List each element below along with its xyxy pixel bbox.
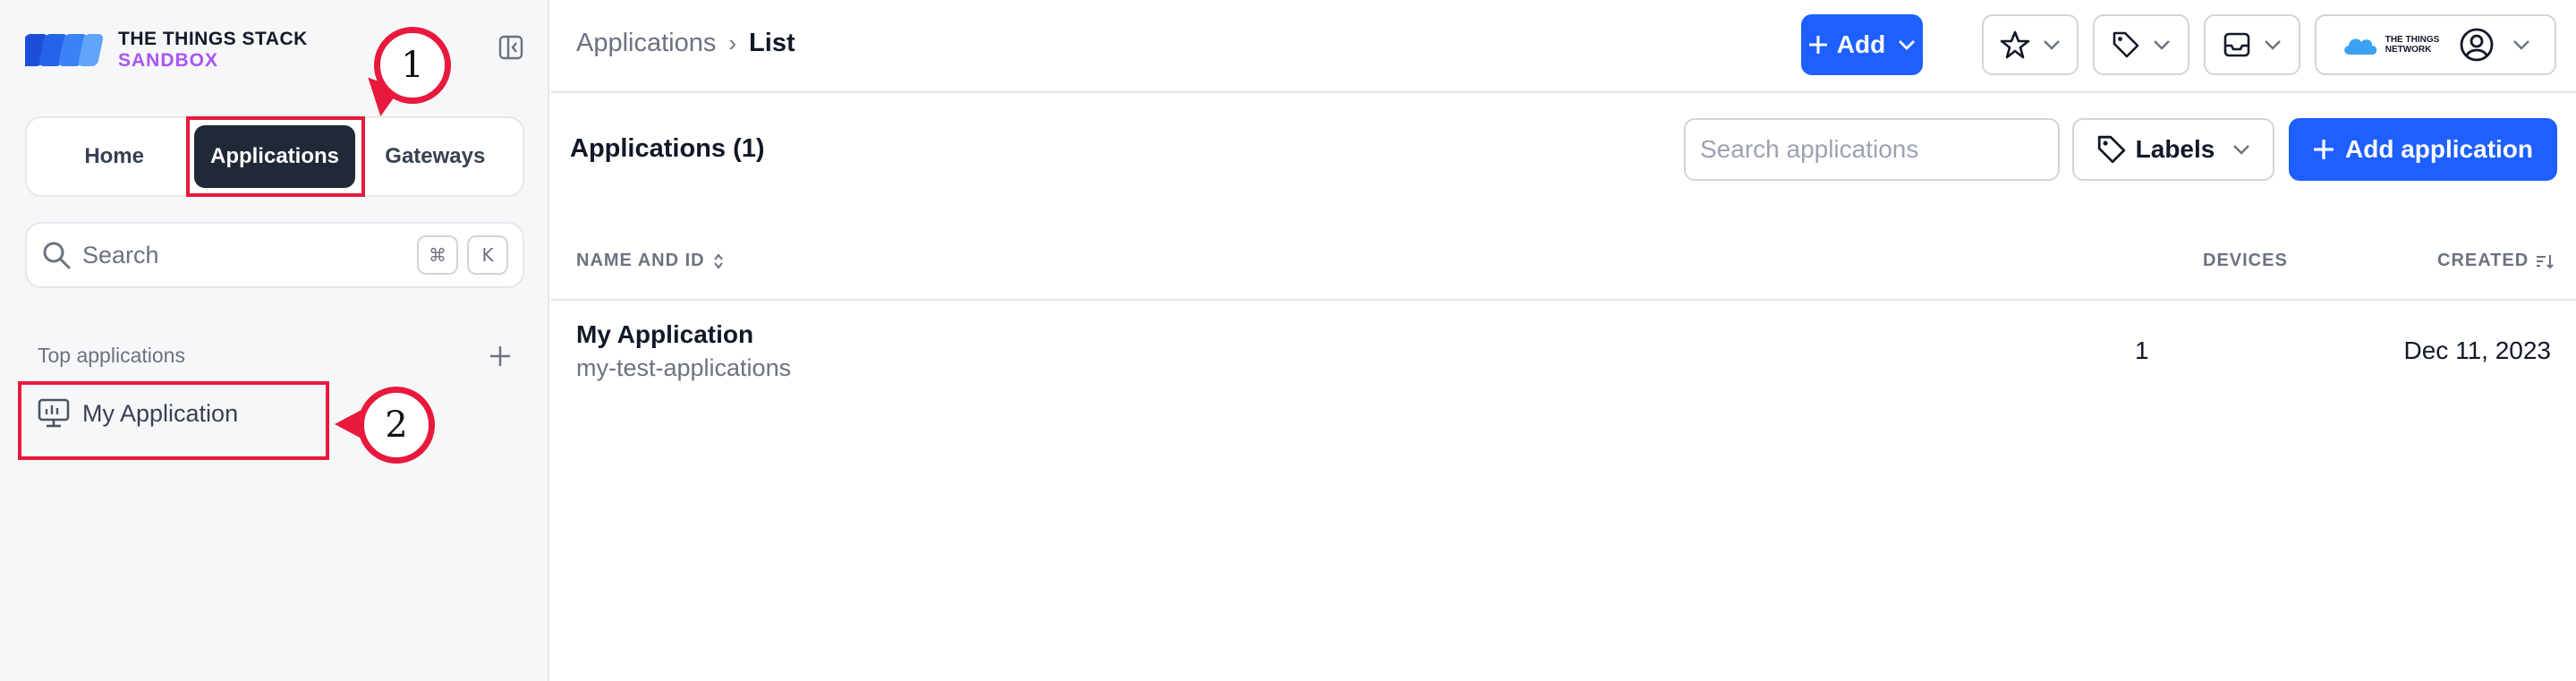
chevron-down-icon	[2154, 40, 2170, 50]
chevron-down-icon	[2233, 145, 2250, 155]
annotation-box-2	[18, 381, 329, 460]
tts-logo-icon	[25, 34, 104, 66]
column-header-name[interactable]: NAME AND ID	[576, 251, 725, 271]
bookmarks-button[interactable]	[1982, 14, 2079, 75]
labels-filter-button[interactable]: Labels	[2072, 118, 2274, 181]
search-icon	[43, 242, 71, 269]
labels-menu-button[interactable]	[2093, 14, 2189, 75]
annotation-box-1	[186, 116, 365, 197]
add-application-button[interactable]: Add application	[2289, 118, 2557, 181]
annotation-marker-2: 2	[358, 387, 435, 464]
topbar: Applications › List Add THE THINGS NETWO…	[551, 0, 2576, 93]
labels-filter-label: Labels	[2135, 135, 2215, 163]
inbox-icon	[2223, 32, 2250, 57]
breadcrumb-current: List	[749, 29, 795, 57]
chevron-down-icon	[2265, 40, 2281, 50]
application-devices-count: 1	[2135, 336, 2149, 364]
add-button-label: Add	[1836, 30, 1886, 58]
sidebar-search[interactable]: Search ⌘ K	[25, 222, 524, 288]
star-icon	[2000, 30, 2030, 59]
chevron-down-icon	[2044, 40, 2060, 50]
brand-name: THE THINGS STACK	[118, 29, 308, 49]
breadcrumb: Applications › List	[576, 29, 795, 58]
notifications-button[interactable]	[2204, 14, 2300, 75]
tab-home[interactable]: Home	[34, 125, 194, 188]
top-applications-label: Top applications	[38, 344, 185, 367]
ttn-cloud-icon	[2343, 38, 2376, 55]
ttn-logo-line2: NETWORK	[2385, 45, 2432, 55]
chevron-down-icon	[1899, 40, 1916, 50]
column-header-created[interactable]: CREATED	[2437, 251, 2554, 271]
user-circle-icon	[2460, 28, 2494, 62]
breadcrumb-separator: ›	[728, 30, 737, 56]
table-row[interactable]: My Application my-test-applications 1 De…	[551, 301, 2576, 399]
search-applications-input[interactable]	[1684, 118, 2060, 181]
tab-gateways[interactable]: Gateways	[355, 125, 515, 188]
column-header-devices-label: DEVICES	[2203, 251, 2288, 270]
breadcrumb-applications[interactable]: Applications	[576, 29, 716, 58]
tag-icon	[2113, 31, 2139, 58]
plus-icon	[2314, 140, 2334, 159]
top-applications-header: Top applications	[38, 344, 512, 368]
sort-desc-icon	[2537, 254, 2554, 268]
add-button[interactable]: Add	[1801, 14, 1923, 75]
plus-icon	[1808, 36, 1827, 54]
ttn-logo-line1: THE THINGS	[2385, 35, 2440, 45]
brand-subtitle: SANDBOX	[118, 50, 219, 71]
brand-logo[interactable]: THE THINGS STACK SANDBOX	[25, 27, 308, 73]
shortcut-k-key: K	[467, 235, 508, 275]
plus-icon[interactable]	[489, 345, 512, 368]
column-header-created-label: CREATED	[2437, 251, 2529, 270]
chevron-down-icon	[2513, 40, 2530, 50]
sort-updown-icon	[713, 252, 723, 269]
application-created-date: Dec 11, 2023	[2403, 336, 2552, 364]
sidebar: THE THINGS STACK SANDBOX Home Applicatio…	[0, 0, 549, 681]
sidebar-search-placeholder: Search	[82, 241, 159, 268]
account-menu-button[interactable]: THE THINGS NETWORK	[2315, 14, 2556, 75]
column-header-devices: DEVICES	[2203, 251, 2288, 271]
annotation-marker-1: 1	[374, 27, 451, 104]
tag-icon	[2097, 135, 2125, 164]
add-application-label: Add application	[2345, 135, 2533, 163]
shortcut-cmd-key: ⌘	[417, 235, 458, 275]
page-title: Applications (1)	[570, 134, 765, 163]
sidebar-collapse-icon[interactable]	[497, 34, 524, 61]
column-header-name-label: NAME AND ID	[576, 251, 705, 270]
